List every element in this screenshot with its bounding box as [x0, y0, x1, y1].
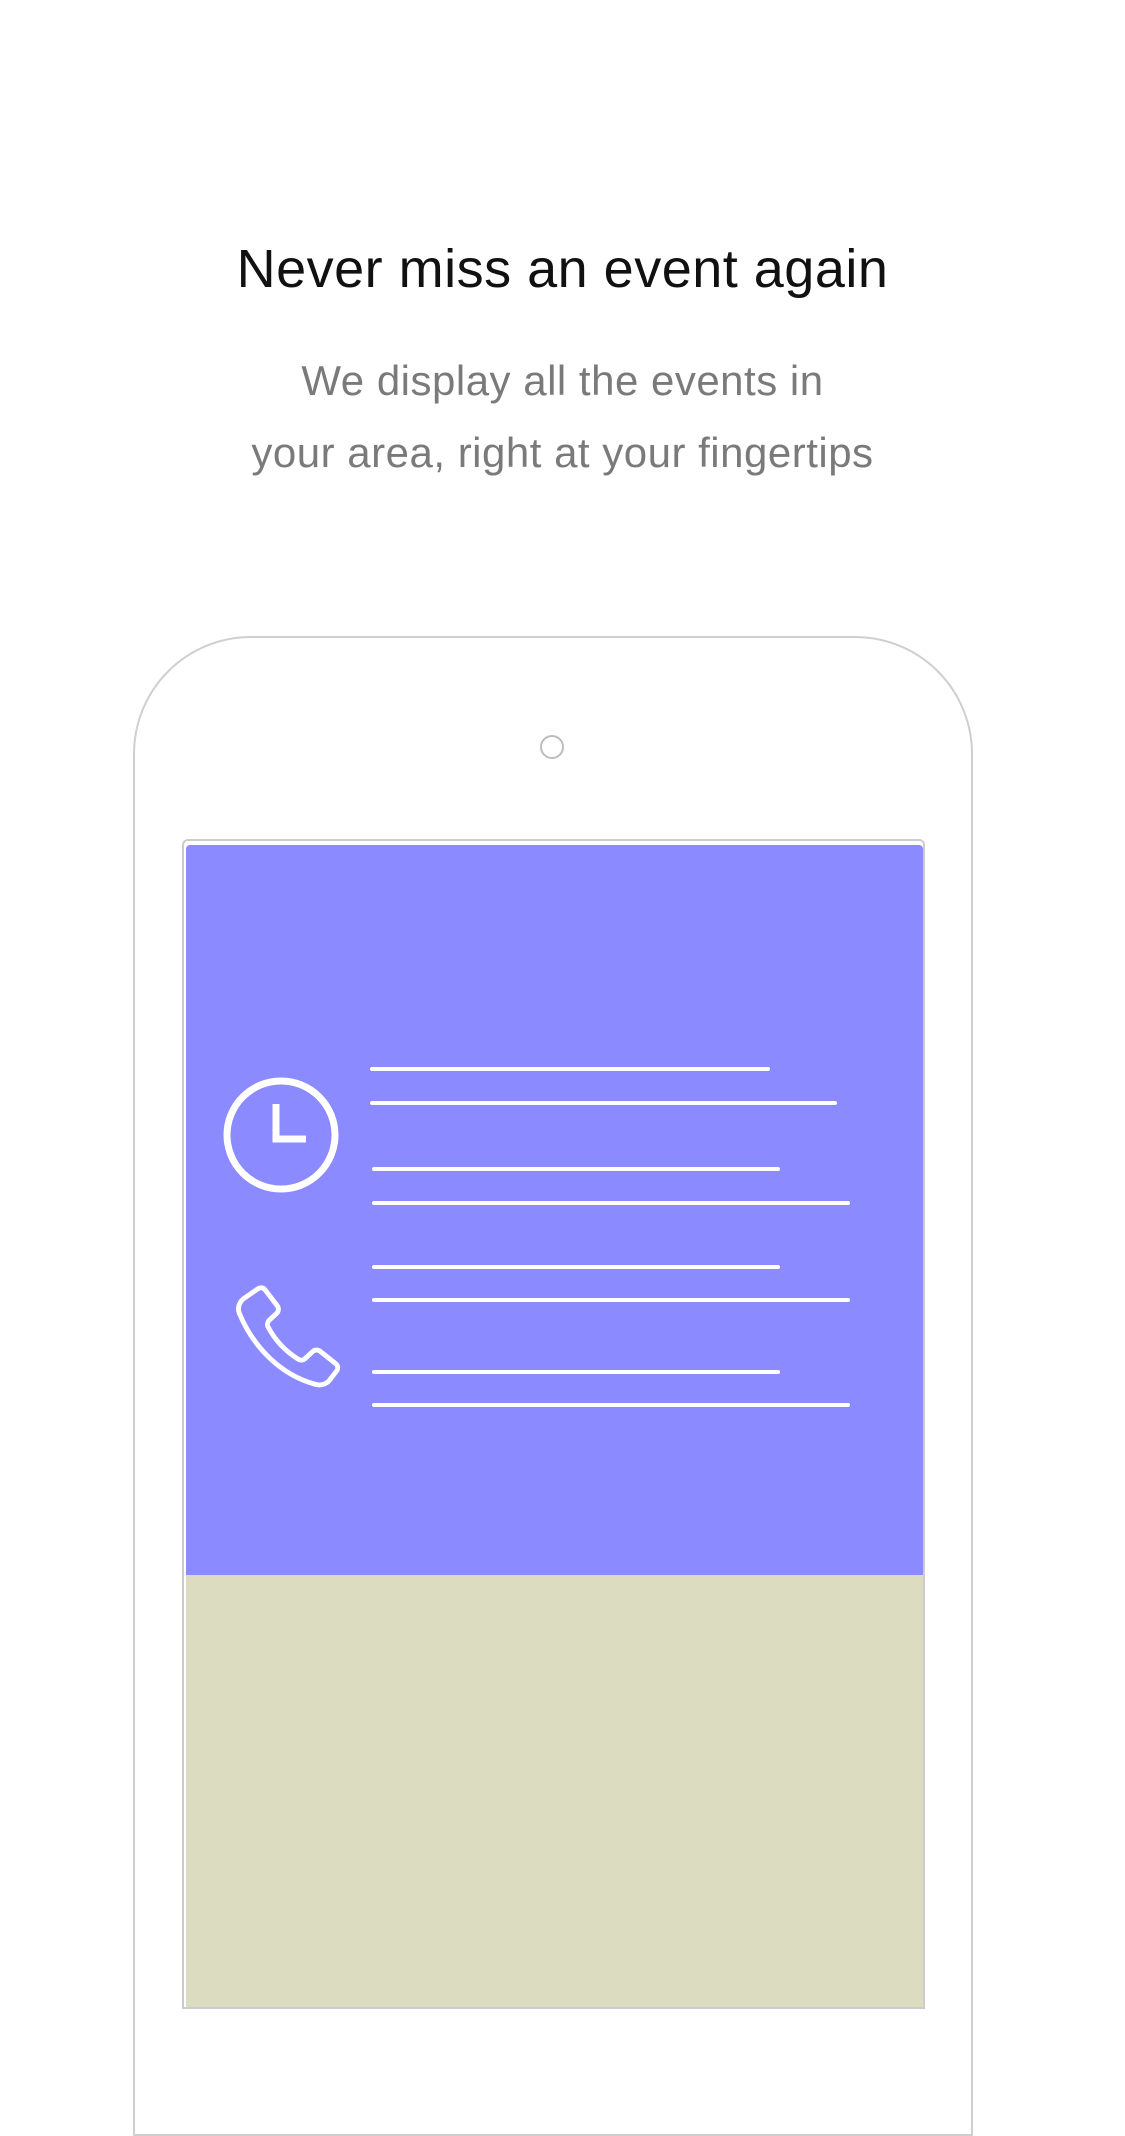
onboarding-title: Never miss an event again — [236, 239, 889, 299]
text-placeholder-line — [370, 1101, 837, 1105]
camera-dot — [540, 735, 564, 759]
text-placeholder-line — [372, 1403, 850, 1407]
clock-icon — [223, 1077, 339, 1193]
text-placeholder-line — [372, 1298, 850, 1302]
subtitle-line-1: We display all the events in — [301, 357, 824, 404]
onboarding-subtitle: We display all the events in your area, … — [0, 345, 1125, 489]
event-map-panel — [186, 1575, 923, 2007]
subtitle-line-2: your area, right at your fingertips — [251, 429, 874, 476]
text-placeholder-line — [372, 1265, 780, 1269]
text-placeholder-line — [372, 1201, 850, 1205]
phone-icon — [236, 1285, 341, 1388]
text-placeholder-line — [372, 1167, 780, 1171]
event-info-panel — [186, 845, 923, 1575]
text-placeholder-line — [372, 1370, 780, 1374]
text-placeholder-line — [370, 1067, 770, 1071]
phone-screen — [182, 839, 925, 2009]
